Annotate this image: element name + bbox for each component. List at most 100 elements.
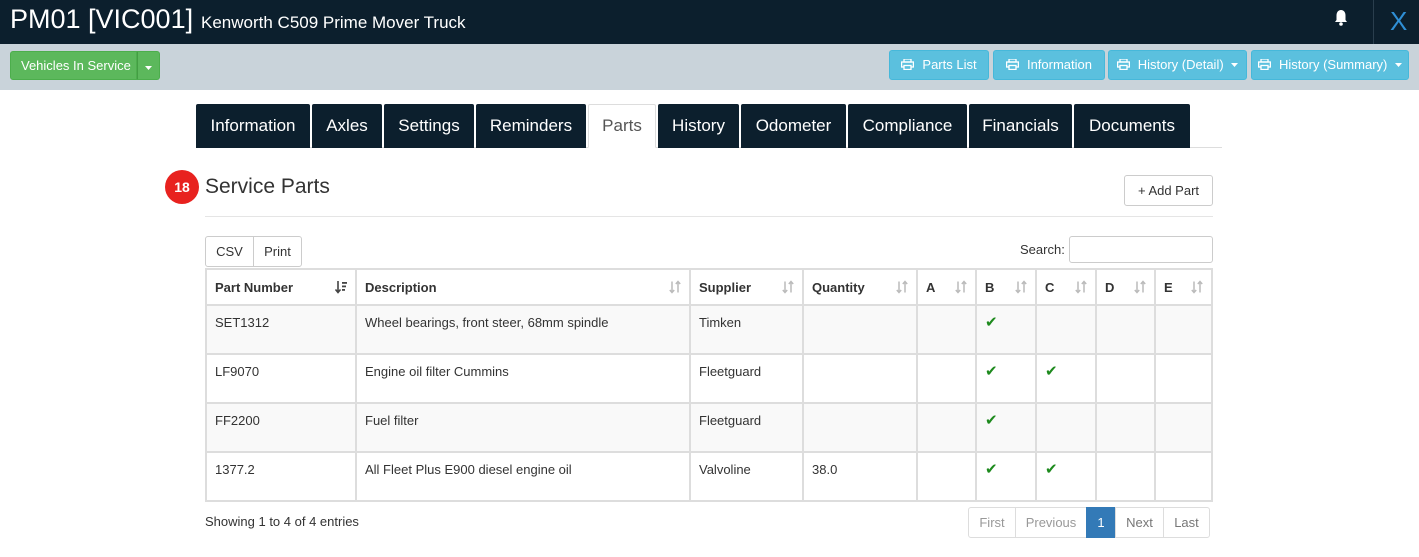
column-header-description[interactable]: Description — [355, 270, 689, 304]
cell-flag-e — [1154, 306, 1211, 353]
close-button[interactable]: X — [1390, 6, 1407, 37]
history-summary-button[interactable]: History (Summary) — [1251, 50, 1409, 80]
column-header-e[interactable]: E — [1154, 270, 1211, 304]
table-header-row: Part Number Description Supplier Quantit… — [207, 270, 1211, 304]
column-header-supplier[interactable]: Supplier — [689, 270, 802, 304]
sort-icon — [1134, 280, 1146, 294]
print-button[interactable]: Print — [253, 236, 302, 267]
sort-icon — [896, 280, 908, 294]
cell-flag-a — [916, 355, 975, 402]
column-header-a[interactable]: A — [916, 270, 975, 304]
pagination: First Previous 1 Next Last — [968, 507, 1210, 538]
vehicles-in-service-button[interactable]: Vehicles In Service — [10, 51, 137, 80]
pager-page-1[interactable]: 1 — [1086, 507, 1116, 538]
tab-compliance[interactable]: Compliance — [848, 104, 967, 148]
status-dropdown-toggle[interactable] — [137, 51, 160, 80]
pager-previous[interactable]: Previous — [1015, 507, 1087, 538]
cell-flag-a — [916, 453, 975, 500]
divider — [1373, 0, 1374, 44]
tab-history[interactable]: History — [658, 104, 739, 148]
cell-description: Fuel filter — [355, 404, 689, 451]
search-input[interactable] — [1069, 236, 1213, 263]
tab-axles[interactable]: Axles — [312, 104, 382, 148]
tab-odometer[interactable]: Odometer — [741, 104, 846, 148]
tab-settings[interactable]: Settings — [384, 104, 474, 148]
cell-flag-b: ✔ — [975, 306, 1035, 353]
pager-first[interactable]: First — [968, 507, 1016, 538]
history-summary-label: History (Summary) — [1279, 57, 1388, 72]
cell-flag-d — [1095, 306, 1154, 353]
top-bar: PM01 [VIC001] Kenworth C509 Prime Mover … — [0, 0, 1419, 44]
information-label: Information — [1026, 57, 1093, 72]
cell-quantity: 38.0 — [802, 453, 916, 500]
cell-flag-d — [1095, 404, 1154, 451]
parts-list-label: Parts List — [922, 57, 977, 72]
csv-button[interactable]: CSV — [205, 236, 254, 267]
information-button[interactable]: Information — [993, 50, 1105, 80]
vehicle-model: Kenworth C509 Prime Mover Truck — [201, 13, 466, 32]
caret-down-icon — [1231, 63, 1239, 67]
count-badge: 18 — [165, 170, 199, 204]
cell-flag-b: ✔ — [975, 355, 1035, 402]
search-label: Search: — [1020, 242, 1065, 257]
column-header-c[interactable]: C — [1035, 270, 1095, 304]
cell-quantity — [802, 355, 916, 402]
cell-supplier: Fleetguard — [689, 404, 802, 451]
cell-quantity — [802, 306, 916, 353]
table-info: Showing 1 to 4 of 4 entries — [205, 514, 359, 529]
cell-flag-d — [1095, 355, 1154, 402]
print-icon — [1257, 52, 1272, 71]
cell-flag-b: ✔ — [975, 453, 1035, 500]
sort-icon — [669, 280, 681, 294]
caret-down-icon — [1394, 63, 1402, 67]
cell-flag-c — [1035, 306, 1095, 353]
cell-flag-e — [1154, 453, 1211, 500]
add-part-button[interactable]: + Add Part — [1124, 175, 1213, 206]
cell-part-number: SET1312 — [215, 315, 270, 330]
cell-flag-a — [916, 404, 975, 451]
tab-documents[interactable]: Documents — [1074, 104, 1190, 148]
cell-description: Engine oil filter Cummins — [355, 355, 689, 402]
parts-list-button[interactable]: Parts List — [889, 50, 989, 80]
cell-description: Wheel bearings, front steer, 68mm spindl… — [355, 306, 689, 353]
toolbar: Vehicles In Service Parts List Informati… — [0, 44, 1419, 90]
table-row: SET1312 Wheel bearings, front steer, 68mm… — [207, 304, 1211, 353]
check-icon: ✔ — [985, 412, 998, 429]
check-icon: ✔ — [1045, 461, 1058, 478]
cell-quantity — [802, 404, 916, 451]
tab-parts[interactable]: Parts — [588, 104, 656, 148]
cell-flag-a — [916, 306, 975, 353]
print-icon — [1005, 52, 1020, 71]
sort-descending-icon — [335, 281, 347, 294]
cell-flag-e — [1154, 404, 1211, 451]
column-header-b[interactable]: B — [975, 270, 1035, 304]
cell-part-number: LF9070 — [215, 364, 260, 379]
caret-down-icon — [145, 66, 152, 70]
pager-last[interactable]: Last — [1163, 507, 1210, 538]
history-detail-label: History (Detail) — [1137, 57, 1224, 72]
tab-financials[interactable]: Financials — [969, 104, 1072, 148]
column-header-d[interactable]: D — [1095, 270, 1154, 304]
tab-reminders[interactable]: Reminders — [476, 104, 586, 148]
column-header-part-number[interactable]: Part Number — [207, 270, 355, 304]
history-detail-button[interactable]: History (Detail) — [1108, 50, 1247, 80]
column-header-quantity[interactable]: Quantity — [802, 270, 916, 304]
cell-flag-c: ✔ — [1035, 453, 1095, 500]
cell-supplier: Valvoline — [689, 453, 802, 500]
cell-supplier: Fleetguard — [689, 355, 802, 402]
print-icon — [1116, 52, 1130, 71]
check-icon: ✔ — [985, 314, 998, 331]
cell-description: All Fleet Plus E900 diesel engine oil — [355, 453, 689, 500]
table-row: LF9070 Engine oil filter Cummins Fleetguar… — [207, 353, 1211, 402]
sort-icon — [1191, 280, 1203, 294]
check-icon: ✔ — [985, 461, 998, 478]
cell-part-number: 1377.2 — [215, 462, 255, 477]
bell-icon[interactable] — [1334, 9, 1348, 27]
page-title: Service Parts — [205, 175, 330, 198]
pager-next[interactable]: Next — [1115, 507, 1164, 538]
sort-icon — [955, 280, 967, 294]
sort-icon — [782, 280, 794, 294]
tab-information[interactable]: Information — [196, 104, 310, 148]
cell-flag-b: ✔ — [975, 404, 1035, 451]
cell-flag-c — [1035, 404, 1095, 451]
